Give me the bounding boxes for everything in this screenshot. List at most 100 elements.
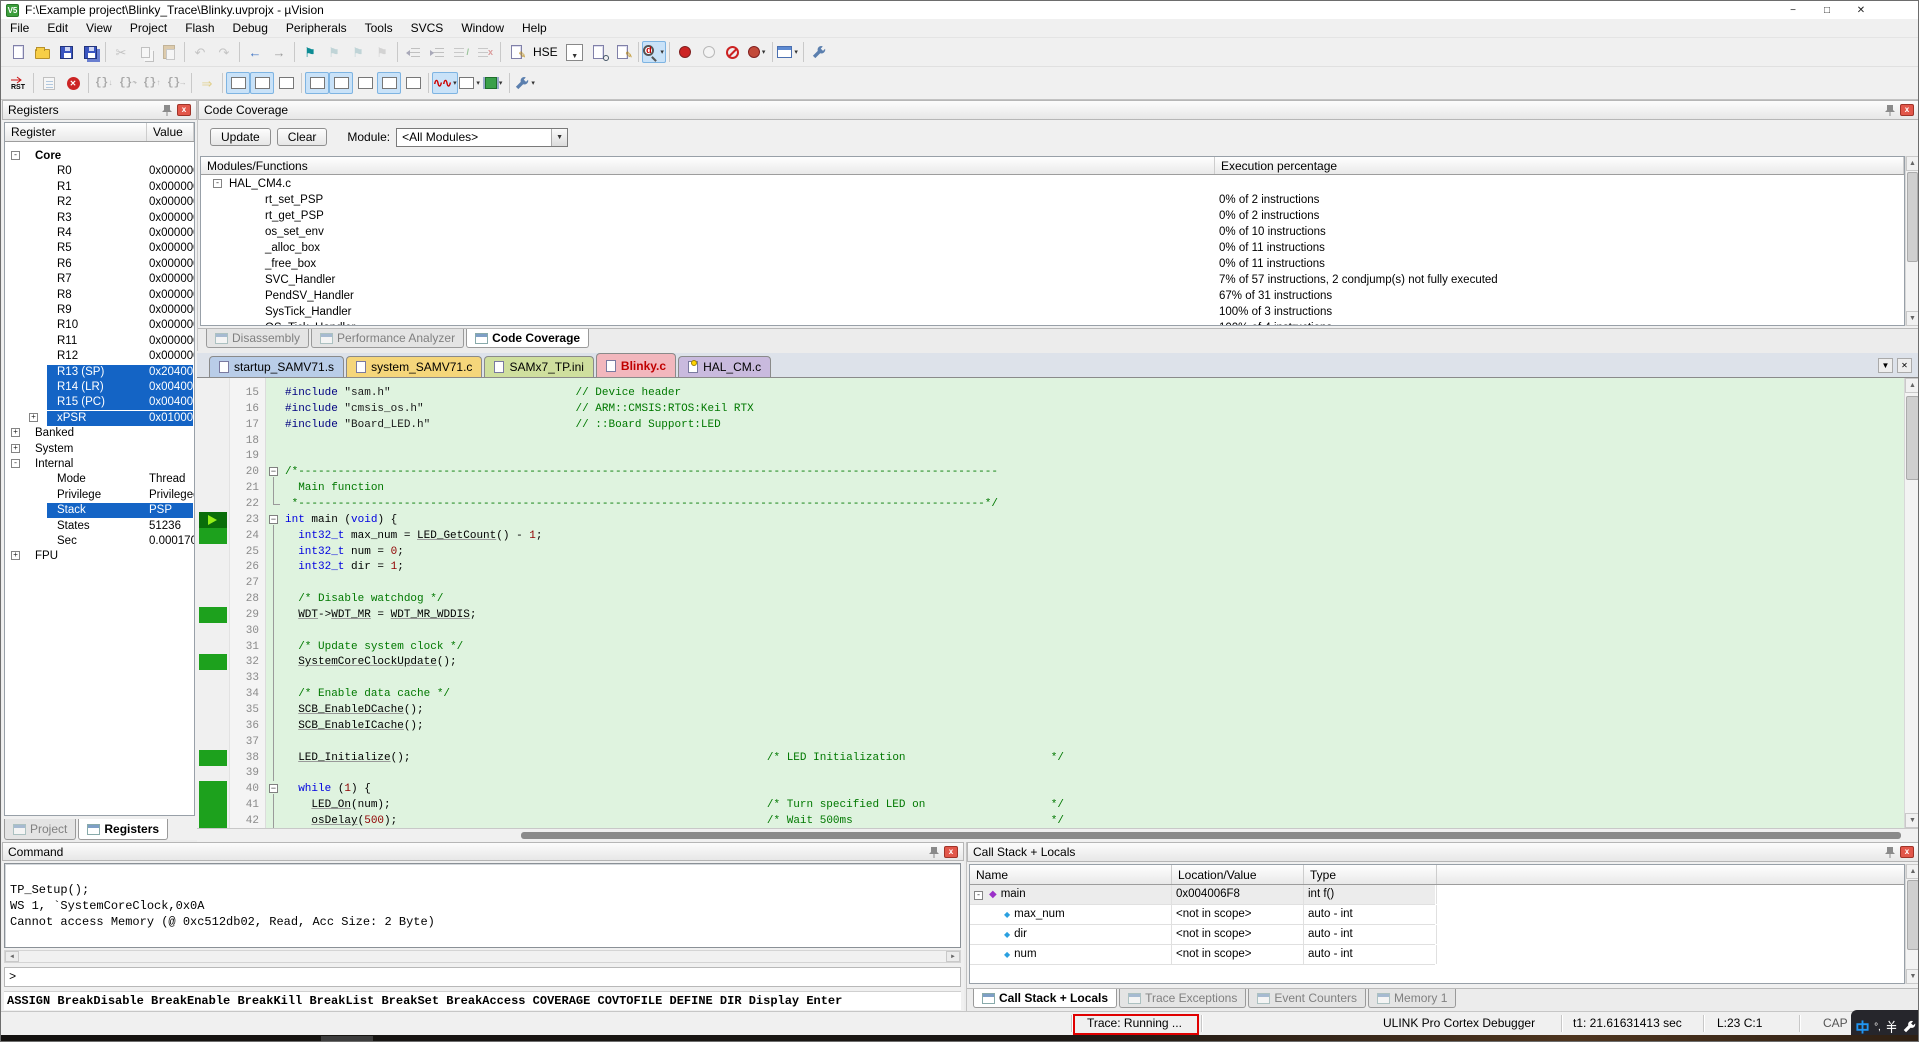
bookmark-toggle-button[interactable]: ⚑	[298, 41, 322, 63]
copy-button[interactable]	[133, 41, 157, 63]
close-button[interactable]: ✕	[1844, 2, 1878, 18]
analysis-window-button[interactable]: ∿∿▾	[432, 72, 458, 94]
register-row[interactable]: States51236	[5, 519, 194, 534]
watch-window-button[interactable]	[353, 72, 377, 94]
update-button[interactable]: Update	[210, 128, 271, 146]
code-line[interactable]: 28 /* Disable watchdog */	[197, 591, 1904, 607]
run-to-cursor-button[interactable]: {}→	[164, 72, 188, 94]
coverage-row[interactable]: PendSV_Handler67% of 31 instructions	[201, 289, 1904, 305]
column-register[interactable]: Register	[5, 123, 147, 141]
register-row[interactable]: +xPSR0x01000000	[5, 411, 194, 426]
symbol-window-button[interactable]	[274, 72, 298, 94]
register-row[interactable]: R30x00000000	[5, 211, 194, 226]
code-line[interactable]: 17#include "Board_LED.h" // ::Board Supp…	[197, 417, 1904, 433]
code-line[interactable]: 38 LED_Initialize(); /* LED Initializati…	[197, 750, 1904, 766]
column-modules-functions[interactable]: Modules/Functions	[201, 157, 1215, 174]
register-row[interactable]: R15 (PC)0x004006F8	[5, 395, 194, 410]
coverage-row[interactable]: OS_Tick_Handler100% of 4 instructions	[201, 321, 1904, 325]
bookmark-next-button[interactable]: ⚑	[346, 41, 370, 63]
scroll-down-icon[interactable]: ▼	[1906, 311, 1919, 326]
maximize-button[interactable]: □	[1810, 2, 1844, 18]
open-file-button[interactable]	[30, 41, 54, 63]
register-row[interactable]: R80x00000000	[5, 288, 194, 303]
serial-window-button[interactable]	[401, 72, 425, 94]
code-line[interactable]: 16#include "cmsis_os.h" // ARM::CMSIS:RT…	[197, 401, 1904, 417]
register-row[interactable]: -Internal	[5, 457, 194, 472]
tab-registers[interactable]: Registers	[78, 819, 168, 840]
column-type[interactable]: Type	[1304, 865, 1437, 884]
ime-width-icon[interactable]	[1885, 1020, 1898, 1034]
editor-tab-hal_cm.c[interactable]: HAL_CM.c	[678, 356, 771, 377]
insert-breakpoint-button[interactable]	[673, 41, 697, 63]
coverage-row[interactable]: rt_set_PSP0% of 2 instructions	[201, 193, 1904, 209]
debug-session-button[interactable]: d▾	[642, 41, 666, 63]
menu-view[interactable]: View	[77, 19, 121, 37]
callstack-row[interactable]: ◆num<not in scope>auto - int	[970, 945, 1435, 965]
menu-edit[interactable]: Edit	[38, 19, 77, 37]
menu-file[interactable]: File	[1, 19, 38, 37]
scroll-down-icon[interactable]: ▼	[1906, 969, 1919, 984]
disable-all-breakpoints-button[interactable]: ▾	[745, 41, 769, 63]
register-row[interactable]: Sec0.00017079	[5, 534, 194, 549]
code-line[interactable]: 24 int32_t max_num = LED_GetCount() - 1;	[197, 528, 1904, 544]
command-input[interactable]: >	[4, 967, 961, 987]
menu-tools[interactable]: Tools	[356, 19, 402, 37]
find-text-value[interactable]: HSE	[528, 45, 563, 59]
menu-project[interactable]: Project	[121, 19, 176, 37]
collapse-icon[interactable]: -	[11, 459, 20, 468]
coverage-row[interactable]: os_set_env0% of 10 instructions	[201, 225, 1904, 241]
pin-icon[interactable]	[929, 846, 939, 858]
code-line[interactable]: 33	[197, 670, 1904, 686]
scroll-up-icon[interactable]: ▲	[1905, 378, 1919, 393]
coverage-row[interactable]: _alloc_box0% of 11 instructions	[201, 241, 1904, 257]
tab-disassembly[interactable]: Disassembly	[206, 329, 309, 348]
expand-icon[interactable]: +	[11, 428, 20, 437]
run-button[interactable]	[37, 72, 61, 94]
menu-debug[interactable]: Debug	[224, 19, 277, 37]
code-line[interactable]: 25 int32_t num = 0;	[197, 544, 1904, 560]
comment-button[interactable]: /	[449, 41, 473, 63]
coverage-row[interactable]: SysTick_Handler100% of 3 instructions	[201, 305, 1904, 321]
tab-trace-exceptions[interactable]: Trace Exceptions	[1119, 989, 1246, 1008]
indent-button[interactable]	[425, 41, 449, 63]
code-line[interactable]: 22 *------------------------------------…	[197, 496, 1904, 512]
register-row[interactable]: ModeThread	[5, 472, 194, 487]
module-select[interactable]: <All Modules> ▼	[396, 128, 568, 147]
register-row[interactable]: R50x00000000	[5, 241, 194, 256]
ime-settings-icon[interactable]	[1902, 1020, 1916, 1034]
menu-svcs[interactable]: SVCS	[402, 19, 453, 37]
register-row[interactable]: R60x00000000	[5, 257, 194, 272]
column-name[interactable]: Name	[970, 865, 1172, 884]
menu-flash[interactable]: Flash	[176, 19, 223, 37]
register-row[interactable]: R40x00000000	[5, 226, 194, 241]
scrollbar-thumb[interactable]	[521, 832, 1901, 839]
code-line[interactable]: 41 LED_On(num); /* Turn specified LED on…	[197, 797, 1904, 813]
close-document-button[interactable]: ✕	[1897, 358, 1912, 373]
code-line[interactable]: 36 SCB_EnableICache();	[197, 718, 1904, 734]
navigate-back-button[interactable]: ←	[243, 41, 267, 63]
menu-window[interactable]: Window	[452, 19, 513, 37]
expand-icon[interactable]: +	[11, 444, 20, 453]
call-stack-scrollbar[interactable]: ▲ ▼	[1905, 864, 1919, 984]
code-line[interactable]: 34 /* Enable data cache */	[197, 686, 1904, 702]
code-line[interactable]: 31 /* Update system clock */	[197, 639, 1904, 655]
system-viewer-button[interactable]: ▾	[482, 72, 506, 94]
code-line[interactable]: 37	[197, 734, 1904, 750]
coverage-row[interactable]: SVC_Handler7% of 57 instructions, 2 cond…	[201, 273, 1904, 289]
bookmark-clear-button[interactable]: ⚑	[370, 41, 394, 63]
call-stack-window-button[interactable]	[329, 72, 353, 94]
reset-cpu-button[interactable]: RST	[6, 72, 30, 94]
column-value[interactable]: Value	[147, 123, 194, 141]
scroll-right-icon[interactable]: ►	[946, 951, 960, 962]
register-row[interactable]: R00x00000000	[5, 164, 194, 179]
search-button[interactable]: ✎	[611, 41, 635, 63]
collapse-icon[interactable]: -	[974, 891, 983, 900]
disassembly-window-button[interactable]	[250, 72, 274, 94]
editor-horizontal-scrollbar[interactable]	[197, 828, 1919, 842]
register-row[interactable]: PrivilegePrivileged	[5, 488, 194, 503]
close-panel-button[interactable]: x	[1900, 104, 1914, 116]
scroll-up-icon[interactable]: ▲	[1906, 156, 1919, 171]
register-row[interactable]: R110x00000000	[5, 334, 194, 349]
kill-breakpoints-button[interactable]	[721, 41, 745, 63]
editor-tab-samx7_tp.ini[interactable]: SAMx7_TP.ini	[484, 356, 593, 377]
